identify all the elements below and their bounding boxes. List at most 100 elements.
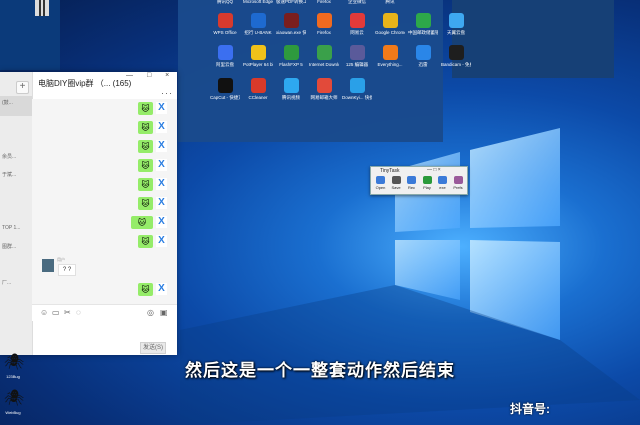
shortcut-label: 极速PDF转换工具 bbox=[276, 0, 306, 4]
tinytask-open-button[interactable]: Open bbox=[374, 176, 387, 193]
contact-item[interactable] bbox=[0, 294, 32, 314]
shortcut-label: Firefox bbox=[317, 30, 331, 35]
shortcut-label: WPS Office bbox=[213, 30, 237, 35]
sticker-bubble[interactable]: 🐱 bbox=[138, 140, 153, 153]
shortcut-label: Firefox bbox=[317, 0, 331, 4]
app-icon bbox=[349, 45, 365, 60]
message-row: 🐱 X bbox=[32, 216, 177, 230]
sticker-bubble[interactable]: 🐱 bbox=[138, 121, 153, 134]
tinytask-window[interactable]: TinyTask — □ × Open Save Rec Play exe Prefs bbox=[370, 166, 468, 195]
shortcut-label: 天翼云盘 bbox=[447, 30, 465, 35]
sticker-bubble[interactable]: 🐱 bbox=[131, 216, 153, 229]
shortcut-label: FlashFXP 5 bbox=[279, 62, 303, 67]
message-row: 🐱 X bbox=[32, 102, 177, 116]
send-button[interactable]: 发送(S) bbox=[140, 342, 166, 354]
spider-icon[interactable]: 🕷 bbox=[4, 390, 24, 408]
screenshot-icon[interactable]: ✂ bbox=[64, 308, 71, 317]
tinytask-button-label: Open bbox=[375, 185, 386, 190]
contact-item[interactable]: (鼓... bbox=[0, 96, 32, 116]
video-icon[interactable]: ▣ bbox=[160, 308, 168, 317]
contact-name: 图群... bbox=[2, 244, 17, 250]
app-icon bbox=[283, 13, 299, 28]
desktop-shortcut[interactable]: CCleaner bbox=[243, 78, 273, 116]
contact-item[interactable]: 厂... bbox=[0, 276, 32, 296]
play-icon bbox=[422, 176, 432, 184]
desktop-shortcut[interactable]: Bandicam - 免费录屏... bbox=[441, 45, 471, 83]
incoming-message[interactable]: ? ? bbox=[58, 264, 76, 276]
chat-window[interactable]: + (鼓... 余员... 于斌... TOP 1... 图群... 厂... 电脑DIY… bbox=[0, 72, 177, 355]
tinytask-prefs-button[interactable]: Prefs bbox=[452, 176, 465, 193]
app-icon bbox=[316, 13, 332, 28]
contact-item[interactable] bbox=[0, 186, 32, 206]
shortcut-label: 中国邮政储蓄银行企... bbox=[408, 30, 438, 35]
sticker-bubble[interactable]: 🐱 bbox=[138, 235, 153, 248]
emoji-icon[interactable]: ☺ bbox=[40, 308, 48, 317]
tinytask-button-label: Prefs bbox=[453, 185, 463, 190]
desktop-shortcut[interactable]: 网易邮箱大师 bbox=[309, 78, 339, 116]
sender-avatar[interactable]: X bbox=[156, 121, 167, 133]
contact-item[interactable] bbox=[0, 258, 32, 278]
app-icon bbox=[349, 13, 365, 28]
contact-item[interactable]: 图群... bbox=[0, 240, 32, 260]
chat-window-controls[interactable]: — □ × bbox=[126, 72, 175, 79]
add-chat-button[interactable]: + bbox=[16, 81, 29, 94]
more-options-icon[interactable]: ··· bbox=[161, 88, 173, 98]
tinytask-rec-button[interactable]: Rec bbox=[405, 176, 418, 193]
sender-avatar[interactable]: X bbox=[156, 197, 167, 209]
contact-item[interactable]: 于斌... bbox=[0, 168, 32, 188]
app-icon bbox=[217, 13, 233, 28]
chat-message-area[interactable]: 🐱 X 🐱 X 🐱 X 🐱 X 🐱 X 🐱 X 🐱 X 🐱 X 用户? ? 🐱 X bbox=[32, 99, 177, 304]
sticker-bubble[interactable]: 🐱 bbox=[138, 283, 153, 296]
shortcut-label: CapCut - 快捷方式 bbox=[210, 95, 240, 100]
sender-avatar[interactable]: X bbox=[156, 216, 167, 228]
shortcut-label: PotPlayer 64 bit bbox=[243, 62, 273, 67]
sticker-bubble[interactable]: 🐱 bbox=[138, 197, 153, 210]
chat-history-icon[interactable]: ◌ bbox=[76, 308, 81, 317]
message-row: 🐱 X bbox=[32, 140, 177, 154]
contact-name: (鼓... bbox=[2, 100, 13, 106]
desktop-shortcut[interactable]: Everything... bbox=[375, 45, 405, 83]
shortcut-label: CCleaner bbox=[248, 95, 268, 100]
call-icon[interactable]: ◎ bbox=[147, 308, 154, 317]
contact-item[interactable] bbox=[0, 312, 32, 332]
contact-item[interactable] bbox=[0, 204, 32, 224]
contact-item[interactable] bbox=[0, 330, 32, 350]
shortcut-label: 125 编辑器 bbox=[345, 62, 369, 67]
incoming-avatar[interactable] bbox=[42, 259, 54, 272]
tinytask-button-label: Play bbox=[423, 185, 431, 190]
sticker-bubble[interactable]: 🐱 bbox=[138, 159, 153, 172]
tinytask-button-label: exe bbox=[439, 185, 446, 190]
chat-contact-list[interactable]: + (鼓... 余员... 于斌... TOP 1... 图群... 厂... bbox=[0, 72, 33, 355]
contact-item[interactable] bbox=[0, 132, 32, 152]
rec-icon bbox=[407, 176, 416, 184]
sender-avatar[interactable]: X bbox=[156, 283, 167, 295]
sender-avatar[interactable]: X bbox=[156, 140, 167, 152]
shortcut-label: 企业微信 bbox=[348, 0, 366, 4]
desktop-shortcut[interactable]: CapCut - 快捷方式 bbox=[210, 78, 240, 116]
contact-item[interactable] bbox=[0, 114, 32, 134]
app-icon bbox=[349, 78, 365, 93]
desktop-shortcut[interactable]: 迅雷 bbox=[408, 45, 438, 83]
desktop-shortcut[interactable]: 腾讯视频 bbox=[276, 78, 306, 116]
desktop-shortcut[interactable]: DownKyi... 快捷方式 bbox=[342, 78, 372, 116]
tinytask-exe-button[interactable]: exe bbox=[436, 176, 449, 193]
tinytask-play-button[interactable]: Play bbox=[421, 176, 434, 193]
desktop-dark-panel bbox=[452, 0, 614, 78]
contact-item[interactable]: TOP 1... bbox=[0, 222, 32, 242]
folder-icon[interactable]: ▭ bbox=[52, 308, 60, 317]
tinytask-window-controls[interactable]: — □ × bbox=[427, 167, 441, 173]
sender-avatar[interactable]: X bbox=[156, 235, 167, 247]
shortcut-label: Bandicam - 免费录屏... bbox=[441, 62, 471, 67]
contact-item[interactable]: 余员... bbox=[0, 150, 32, 170]
tinytask-save-button[interactable]: Save bbox=[390, 176, 403, 193]
sticker-bubble[interactable]: 🐱 bbox=[138, 102, 153, 115]
app-icon bbox=[250, 45, 266, 60]
sender-avatar[interactable]: X bbox=[156, 178, 167, 190]
shortcut-label: 网易邮箱大师 bbox=[310, 95, 338, 100]
sender-avatar[interactable]: X bbox=[156, 102, 167, 114]
app-icon bbox=[283, 78, 299, 93]
shortcut-label: 腾讯 bbox=[385, 0, 395, 4]
desktop-shortcut-label: WebBug bbox=[5, 410, 21, 415]
sender-avatar[interactable]: X bbox=[156, 159, 167, 171]
sticker-bubble[interactable]: 🐱 bbox=[138, 178, 153, 191]
